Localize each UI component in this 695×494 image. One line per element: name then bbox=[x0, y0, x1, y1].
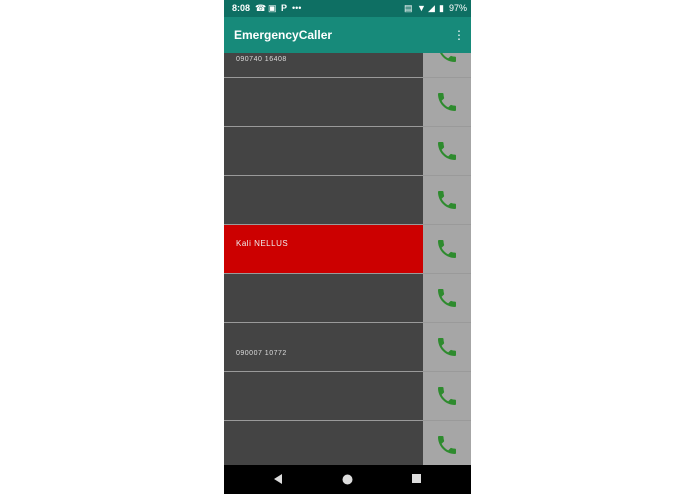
overflow-menu-icon[interactable]: ⋮ bbox=[453, 26, 465, 44]
call-button[interactable] bbox=[423, 274, 471, 322]
contact-row[interactable]: 090740 16408 bbox=[224, 53, 471, 78]
wifi-icon: ▼ bbox=[417, 3, 426, 13]
contact-row-body[interactable] bbox=[224, 127, 423, 175]
call-button[interactable] bbox=[423, 225, 471, 273]
contact-row-body[interactable] bbox=[224, 372, 423, 420]
phone-icon bbox=[438, 436, 456, 454]
battery-percent: 97% bbox=[449, 3, 468, 13]
contact-number: 090740 16408 bbox=[236, 56, 287, 63]
contact-row-body[interactable] bbox=[224, 274, 423, 322]
contact-name: Kali NELLUS bbox=[236, 239, 289, 248]
contact-row[interactable] bbox=[224, 78, 471, 127]
phone-icon bbox=[438, 387, 456, 405]
contact-row[interactable] bbox=[224, 274, 471, 323]
phone-icon bbox=[438, 240, 456, 258]
pinterest-icon: P bbox=[281, 3, 288, 13]
contact-row-body[interactable] bbox=[224, 176, 423, 224]
call-button[interactable] bbox=[423, 127, 471, 175]
contact-row[interactable] bbox=[224, 421, 471, 465]
contact-number: 090007 10772 bbox=[236, 350, 287, 357]
contact-row[interactable]: 090007 10772 bbox=[224, 323, 471, 372]
contact-row-body[interactable]: 090740 16408 bbox=[224, 53, 423, 77]
recents-square-icon[interactable] bbox=[411, 473, 422, 484]
call-button[interactable] bbox=[423, 372, 471, 420]
phone-icon bbox=[440, 53, 456, 62]
contact-row[interactable] bbox=[224, 176, 471, 225]
contact-list: 090740 16408 Kali NELLUS 090007 10772 bbox=[224, 53, 471, 465]
navigation-bar bbox=[224, 465, 471, 494]
call-button[interactable] bbox=[423, 78, 471, 126]
contact-row-body[interactable]: Kali NELLUS bbox=[224, 225, 423, 273]
phone-icon bbox=[438, 93, 456, 111]
contact-row[interactable] bbox=[224, 372, 471, 421]
vibrate-icon: ▤ bbox=[404, 3, 413, 13]
contact-row-body[interactable] bbox=[224, 78, 423, 126]
battery-icon: ▮ bbox=[439, 3, 444, 13]
contact-row[interactable] bbox=[224, 127, 471, 176]
phone-icon bbox=[438, 142, 456, 160]
instagram-icon: ▣ bbox=[268, 3, 277, 13]
phone-icon bbox=[438, 289, 456, 307]
status-bar: 8:08 ☎ ▣ P ••• ▤ ▼ ◢ ▮ 97% bbox=[224, 0, 471, 17]
phone-icon bbox=[438, 191, 456, 209]
contact-row[interactable]: Kali NELLUS bbox=[224, 225, 471, 274]
whatsapp-icon: ☎ bbox=[255, 3, 267, 13]
app-title: EmergencyCaller bbox=[234, 28, 333, 42]
call-button[interactable] bbox=[423, 323, 471, 371]
signal-icon: ◢ bbox=[428, 3, 435, 13]
contact-row-body[interactable]: 090007 10772 bbox=[224, 323, 423, 371]
call-button[interactable] bbox=[423, 421, 471, 465]
back-triangle-icon[interactable] bbox=[272, 473, 284, 485]
status-time: 8:08 bbox=[232, 3, 251, 13]
contact-row-body[interactable] bbox=[224, 421, 423, 465]
phone-icon bbox=[438, 338, 456, 356]
phone-screen: 8:08 ☎ ▣ P ••• ▤ ▼ ◢ ▮ 97% EmergencyCall… bbox=[224, 0, 471, 494]
app-bar: EmergencyCaller ⋮ bbox=[224, 17, 471, 53]
call-button[interactable] bbox=[423, 176, 471, 224]
more-dots-icon: ••• bbox=[292, 3, 302, 13]
home-circle-icon[interactable] bbox=[341, 473, 354, 486]
call-button[interactable] bbox=[423, 53, 471, 77]
